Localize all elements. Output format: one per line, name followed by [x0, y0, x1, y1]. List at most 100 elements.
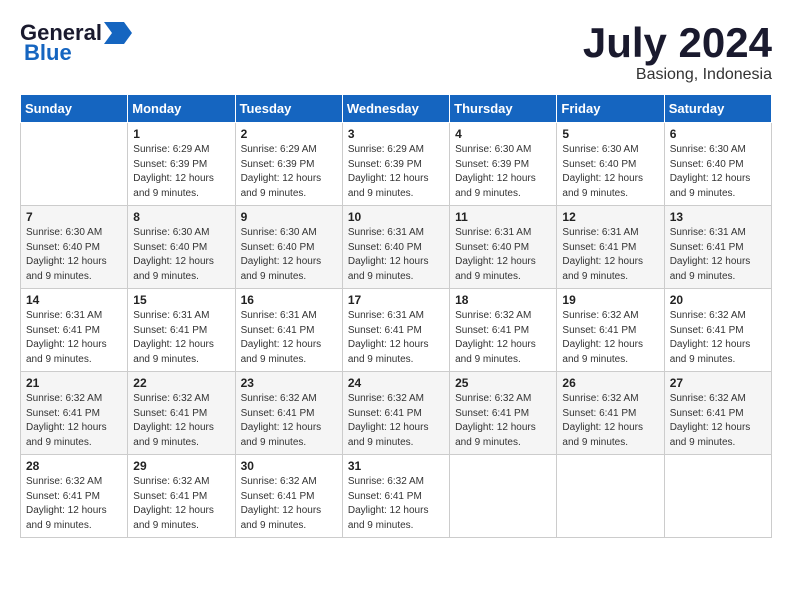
day-number: 27 [670, 376, 766, 390]
day-info: Sunrise: 6:29 AM Sunset: 6:39 PM Dayligh… [348, 143, 444, 201]
day-info: Sunrise: 6:32 AM Sunset: 6:41 PM Dayligh… [133, 475, 229, 533]
day-number: 5 [562, 127, 658, 141]
day-info: Sunrise: 6:32 AM Sunset: 6:41 PM Dayligh… [562, 309, 658, 367]
day-number: 18 [455, 293, 551, 307]
calendar-cell: 9Sunrise: 6:30 AM Sunset: 6:40 PM Daylig… [235, 206, 342, 289]
day-number: 4 [455, 127, 551, 141]
calendar-cell: 13Sunrise: 6:31 AM Sunset: 6:41 PM Dayli… [664, 206, 771, 289]
calendar-cell: 11 Sunrise: 6:31 AM Sunset: 6:40 PM Dayli… [450, 206, 557, 289]
day-of-week-header: Sunday [21, 95, 128, 123]
day-number: 8 [133, 210, 229, 224]
day-info: Sunrise: 6:30 AM Sunset: 6:39 PM Dayligh… [455, 143, 551, 201]
day-info: Sunrise: 6:32 AM Sunset: 6:41 PM Dayligh… [241, 392, 337, 450]
month-year-title: July 2024 [583, 20, 772, 66]
calendar-cell: 17Sunrise: 6:31 AM Sunset: 6:41 PM Dayli… [342, 289, 449, 372]
day-info: Sunrise: 6:29 AM Sunset: 6:39 PM Dayligh… [133, 143, 229, 201]
day-of-week-header: Tuesday [235, 95, 342, 123]
calendar-cell: 22Sunrise: 6:32 AM Sunset: 6:41 PM Dayli… [128, 372, 235, 455]
day-info: Sunrise: 6:31 AM Sunset: 6:41 PM Dayligh… [133, 309, 229, 367]
calendar-cell: 5 Sunrise: 6:30 AM Sunset: 6:40 PM Daylig… [557, 123, 664, 206]
calendar-cell [450, 455, 557, 538]
day-number: 21 [26, 376, 122, 390]
day-number: 30 [241, 459, 337, 473]
calendar-cell: 29 Sunrise: 6:32 AM Sunset: 6:41 PM Dayli… [128, 455, 235, 538]
day-number: 3 [348, 127, 444, 141]
day-number: 20 [670, 293, 766, 307]
calendar-cell: 19 Sunrise: 6:32 AM Sunset: 6:41 PM Dayli… [557, 289, 664, 372]
day-number: 10 [348, 210, 444, 224]
day-number: 1 [133, 127, 229, 141]
location-label: Basiong, Indonesia [583, 66, 772, 84]
day-info: Sunrise: 6:31 AM Sunset: 6:41 PM Dayligh… [26, 309, 122, 367]
day-number: 23 [241, 376, 337, 390]
calendar-cell: 25Sunrise: 6:32 AM Sunset: 6:41 PM Dayli… [450, 372, 557, 455]
calendar-cell: 4 Sunrise: 6:30 AM Sunset: 6:39 PM Daylig… [450, 123, 557, 206]
calendar-cell: 2 Sunrise: 6:29 AM Sunset: 6:39 PM Daylig… [235, 123, 342, 206]
day-info: Sunrise: 6:31 AM Sunset: 6:41 PM Dayligh… [562, 226, 658, 284]
day-info: Sunrise: 6:31 AM Sunset: 6:41 PM Dayligh… [241, 309, 337, 367]
calendar-title-block: July 2024 Basiong, Indonesia [583, 20, 772, 84]
calendar-cell [664, 455, 771, 538]
day-info: Sunrise: 6:32 AM Sunset: 6:41 PM Dayligh… [26, 392, 122, 450]
day-number: 16 [241, 293, 337, 307]
day-info: Sunrise: 6:29 AM Sunset: 6:39 PM Dayligh… [241, 143, 337, 201]
calendar-week-row: 28 Sunrise: 6:32 AM Sunset: 6:41 PM Dayli… [21, 455, 772, 538]
calendar-cell: 26 Sunrise: 6:32 AM Sunset: 6:41 PM Dayli… [557, 372, 664, 455]
calendar-cell [21, 123, 128, 206]
logo-blue: Blue [24, 40, 72, 66]
day-info: Sunrise: 6:30 AM Sunset: 6:40 PM Dayligh… [562, 143, 658, 201]
calendar-table: SundayMondayTuesdayWednesdayThursdayFrid… [20, 94, 772, 538]
day-number: 11 [455, 210, 551, 224]
day-number: 13 [670, 210, 766, 224]
day-number: 19 [562, 293, 658, 307]
day-number: 29 [133, 459, 229, 473]
day-info: Sunrise: 6:31 AM Sunset: 6:41 PM Dayligh… [348, 309, 444, 367]
day-number: 12 [562, 210, 658, 224]
calendar-cell: 12 Sunrise: 6:31 AM Sunset: 6:41 PM Dayli… [557, 206, 664, 289]
day-number: 9 [241, 210, 337, 224]
day-info: Sunrise: 6:32 AM Sunset: 6:41 PM Dayligh… [455, 392, 551, 450]
calendar-week-row: 1 Sunrise: 6:29 AM Sunset: 6:39 PM Daylig… [21, 123, 772, 206]
day-info: Sunrise: 6:32 AM Sunset: 6:41 PM Dayligh… [241, 475, 337, 533]
day-info: Sunrise: 6:30 AM Sunset: 6:40 PM Dayligh… [26, 226, 122, 284]
day-number: 14 [26, 293, 122, 307]
day-number: 26 [562, 376, 658, 390]
calendar-cell: 7Sunrise: 6:30 AM Sunset: 6:40 PM Daylig… [21, 206, 128, 289]
calendar-cell: 6Sunrise: 6:30 AM Sunset: 6:40 PM Daylig… [664, 123, 771, 206]
calendar-header-row: SundayMondayTuesdayWednesdayThursdayFrid… [21, 95, 772, 123]
calendar-cell: 3 Sunrise: 6:29 AM Sunset: 6:39 PM Daylig… [342, 123, 449, 206]
calendar-cell: 10 Sunrise: 6:31 AM Sunset: 6:40 PM Dayli… [342, 206, 449, 289]
calendar-cell: 18 Sunrise: 6:32 AM Sunset: 6:41 PM Dayli… [450, 289, 557, 372]
day-info: Sunrise: 6:31 AM Sunset: 6:40 PM Dayligh… [348, 226, 444, 284]
calendar-cell: 1 Sunrise: 6:29 AM Sunset: 6:39 PM Daylig… [128, 123, 235, 206]
day-number: 31 [348, 459, 444, 473]
calendar-cell: 8 Sunrise: 6:30 AM Sunset: 6:40 PM Daylig… [128, 206, 235, 289]
day-of-week-header: Thursday [450, 95, 557, 123]
day-info: Sunrise: 6:32 AM Sunset: 6:41 PM Dayligh… [670, 309, 766, 367]
calendar-cell: 16 Sunrise: 6:31 AM Sunset: 6:41 PM Dayli… [235, 289, 342, 372]
calendar-cell [557, 455, 664, 538]
page-header: General Blue July 2024 Basiong, Indonesi… [20, 20, 772, 84]
day-number: 24 [348, 376, 444, 390]
day-info: Sunrise: 6:31 AM Sunset: 6:40 PM Dayligh… [455, 226, 551, 284]
calendar-cell: 27Sunrise: 6:32 AM Sunset: 6:41 PM Dayli… [664, 372, 771, 455]
day-info: Sunrise: 6:32 AM Sunset: 6:41 PM Dayligh… [133, 392, 229, 450]
calendar-body: 1 Sunrise: 6:29 AM Sunset: 6:39 PM Daylig… [21, 123, 772, 538]
calendar-week-row: 21 Sunrise: 6:32 AM Sunset: 6:41 PM Dayli… [21, 372, 772, 455]
calendar-cell: 21 Sunrise: 6:32 AM Sunset: 6:41 PM Dayli… [21, 372, 128, 455]
day-info: Sunrise: 6:32 AM Sunset: 6:41 PM Dayligh… [562, 392, 658, 450]
calendar-week-row: 7Sunrise: 6:30 AM Sunset: 6:40 PM Daylig… [21, 206, 772, 289]
day-info: Sunrise: 6:32 AM Sunset: 6:41 PM Dayligh… [455, 309, 551, 367]
day-number: 15 [133, 293, 229, 307]
calendar-cell: 30 Sunrise: 6:32 AM Sunset: 6:41 PM Dayli… [235, 455, 342, 538]
day-info: Sunrise: 6:30 AM Sunset: 6:40 PM Dayligh… [133, 226, 229, 284]
calendar-cell: 24Sunrise: 6:32 AM Sunset: 6:41 PM Dayli… [342, 372, 449, 455]
day-of-week-header: Monday [128, 95, 235, 123]
day-of-week-header: Saturday [664, 95, 771, 123]
calendar-week-row: 14 Sunrise: 6:31 AM Sunset: 6:41 PM Dayli… [21, 289, 772, 372]
day-number: 6 [670, 127, 766, 141]
logo: General Blue [20, 20, 132, 66]
day-info: Sunrise: 6:32 AM Sunset: 6:41 PM Dayligh… [26, 475, 122, 533]
day-number: 2 [241, 127, 337, 141]
day-number: 28 [26, 459, 122, 473]
